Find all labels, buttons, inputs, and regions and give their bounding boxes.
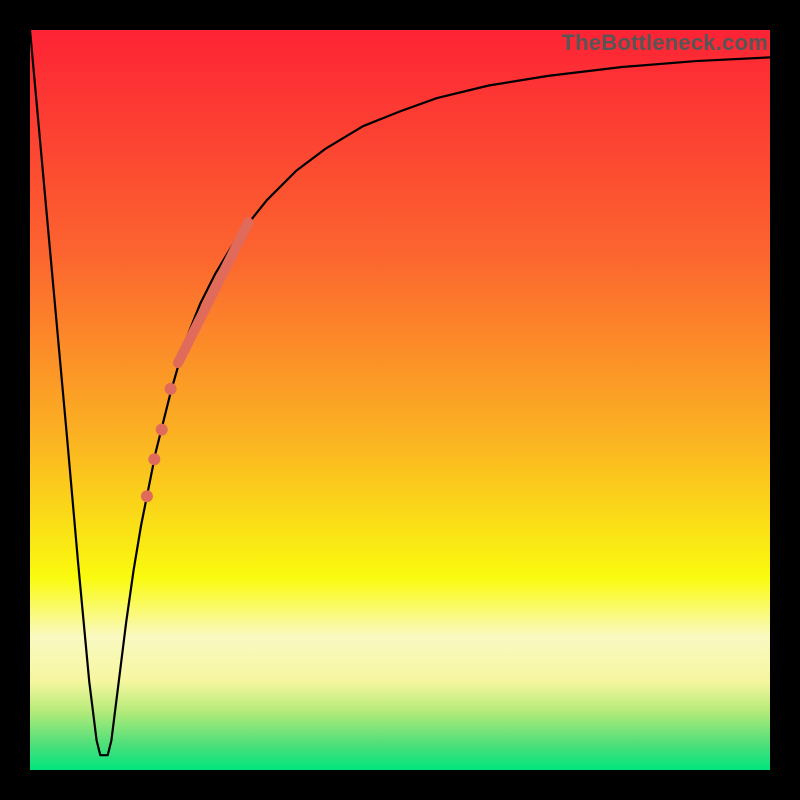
plot-area: TheBottleneck.com [30,30,770,770]
chart-canvas [30,30,770,770]
watermark-text: TheBottleneck.com [562,30,768,56]
series-highlight-dots-point [165,383,177,395]
series-highlight-dots-point [156,424,168,436]
series-highlight-dots-point [148,453,160,465]
gradient-background [30,30,770,770]
chart-frame: TheBottleneck.com [0,0,800,800]
series-highlight-dots-point [141,490,153,502]
